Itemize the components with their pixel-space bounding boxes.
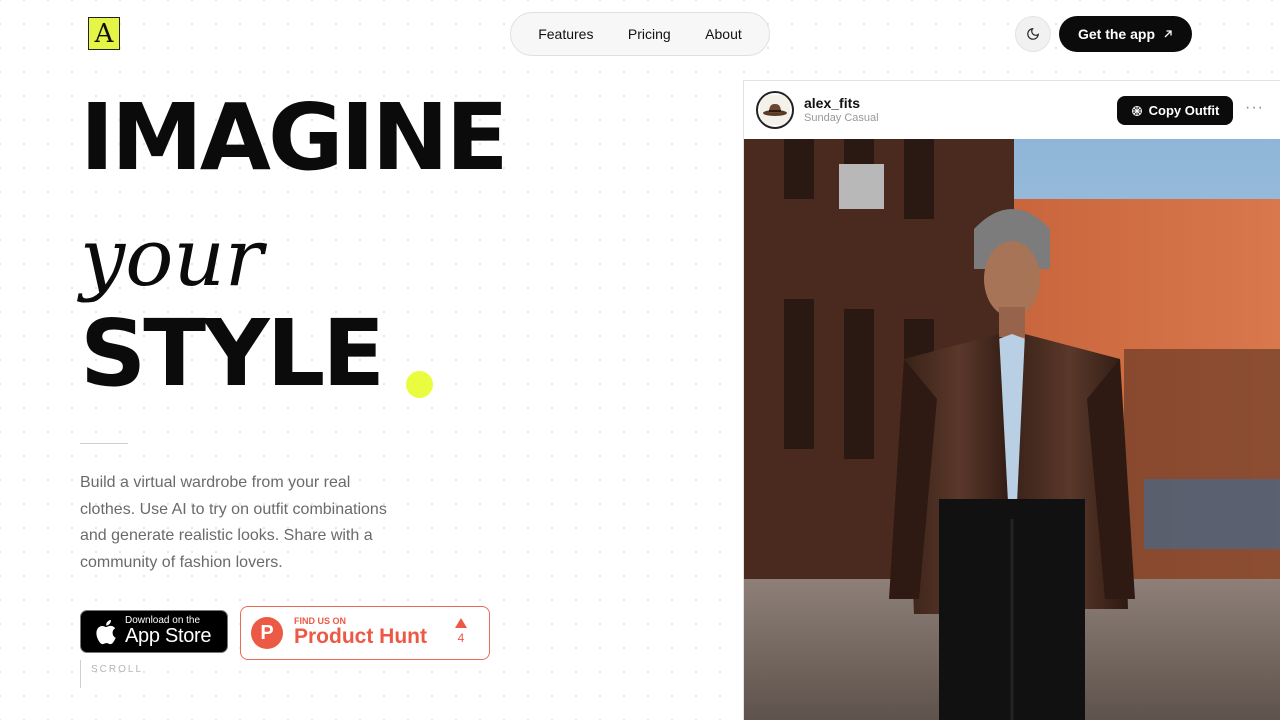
avatar[interactable]	[756, 91, 794, 129]
hanger-icon	[1131, 105, 1142, 116]
divider	[80, 443, 128, 444]
more-icon[interactable]: ···	[1245, 99, 1264, 117]
accent-dot	[406, 371, 433, 398]
username[interactable]: alex_fits	[804, 95, 879, 112]
logo-letter: A	[94, 18, 114, 49]
scroll-line	[80, 660, 81, 688]
hero-title-your: your	[80, 211, 264, 304]
main-nav: Features Pricing About	[510, 12, 770, 56]
moon-icon	[1027, 28, 1039, 40]
nav-pricing[interactable]: Pricing	[628, 26, 671, 42]
product-hunt-icon: P	[251, 617, 283, 649]
outfit-subtitle: Sunday Casual	[804, 111, 879, 124]
nav-features[interactable]: Features	[538, 26, 593, 42]
app-store-badge[interactable]: Download on the App Store	[80, 610, 228, 653]
get-app-button[interactable]: Get the app	[1059, 16, 1192, 52]
outfit-post-card: alex_fits Sunday Casual Copy Outfit ···	[743, 80, 1280, 720]
arrow-up-right-icon	[1164, 30, 1172, 38]
brand-logo[interactable]: A	[88, 17, 120, 50]
theme-toggle-button[interactable]	[1015, 16, 1051, 52]
hero-description: Build a virtual wardrobe from your real …	[80, 474, 387, 571]
product-hunt-big: Product Hunt	[294, 625, 427, 649]
outfit-photo	[744, 139, 1280, 720]
copy-outfit-label: Copy Outfit	[1148, 103, 1220, 118]
scroll-indicator: SCROLL	[91, 664, 144, 675]
triangle-up-icon	[455, 618, 467, 628]
copy-outfit-button[interactable]: Copy Outfit	[1117, 96, 1233, 125]
apple-icon	[96, 619, 116, 644]
product-hunt-badge[interactable]: P FIND US ON Product Hunt 4	[240, 606, 490, 660]
upvote-count: 4	[455, 617, 467, 645]
hero-title-style: STYLE	[80, 300, 385, 407]
get-app-label: Get the app	[1077, 26, 1155, 42]
vote-number: 4	[457, 631, 465, 645]
nav-about[interactable]: About	[705, 26, 742, 42]
hat-avatar-icon	[760, 95, 790, 125]
post-header: alex_fits Sunday Casual Copy Outfit ···	[744, 81, 1280, 139]
app-store-big: App Store	[125, 625, 212, 647]
hero-title-imagine: IMAGINE	[80, 84, 509, 191]
